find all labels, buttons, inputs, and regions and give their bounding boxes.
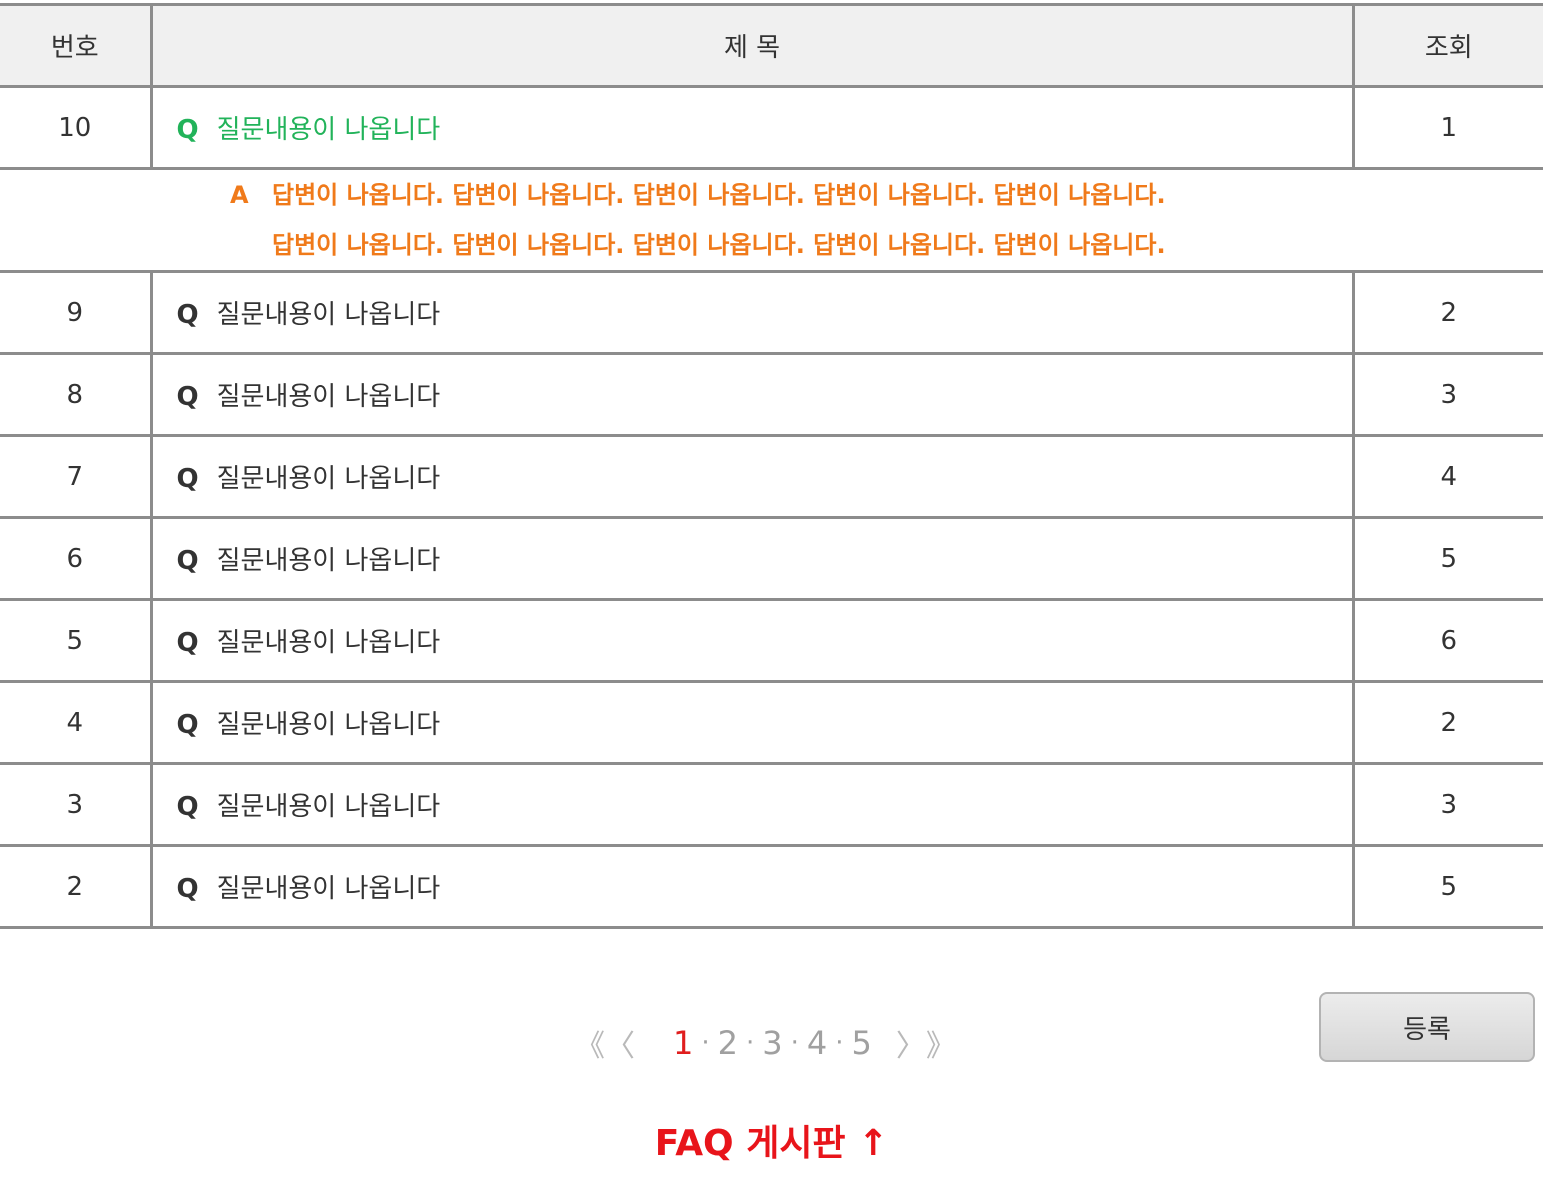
answer-cell: A 답변이 나옵니다. 답변이 나옵니다. 답변이 나옵니다. 답변이 나옵니다…	[0, 168, 1543, 273]
row-views: 5	[1351, 845, 1543, 929]
answer-line-1: 답변이 나옵니다. 답변이 나옵니다. 답변이 나옵니다. 답변이 나옵니다. …	[272, 181, 1166, 209]
faq-table: 번호 제 목 조회 10 Q 질문내용이 나옵니다 1 A 답변이 나옵니다. 답…	[0, 3, 1543, 929]
prev-page-icon[interactable]: 〈	[605, 1021, 635, 1065]
page-separator: ·	[701, 1028, 710, 1058]
row-views: 1	[1351, 86, 1543, 170]
row-number: 6	[0, 517, 151, 601]
page-separator: ·	[745, 1028, 755, 1058]
table-row[interactable]: 6 Q 질문내용이 나옵니다 5	[0, 517, 1543, 601]
question-mark: Q	[176, 710, 199, 740]
row-number: 5	[0, 599, 151, 683]
answer-mark: A	[230, 181, 249, 209]
table-header-row: 번호 제 목 조회	[0, 3, 1543, 88]
row-number: 2	[0, 845, 151, 929]
question-title-link[interactable]: Q 질문내용이 나옵니다	[149, 517, 1353, 601]
faq-board: 번호 제 목 조회 10 Q 질문내용이 나옵니다 1 A 답변이 나옵니다. 답…	[0, 3, 1543, 929]
question-title-link[interactable]: Q 질문내용이 나옵니다	[149, 763, 1353, 847]
row-views: 2	[1351, 681, 1543, 765]
row-views: 2	[1351, 271, 1543, 355]
page-caption: FAQ 게시판 ↑	[654, 1123, 889, 1164]
question-mark: Q	[176, 300, 199, 330]
question-title-link[interactable]: Q 질문내용이 나옵니다	[149, 681, 1353, 765]
question-mark: Q	[176, 628, 199, 658]
question-title-link[interactable]: Q 질문내용이 나옵니다	[149, 353, 1353, 437]
question-text[interactable]: 질문내용이 나옵니다	[217, 792, 441, 822]
question-mark: Q	[176, 382, 199, 412]
question-mark: Q	[176, 464, 199, 494]
table-row[interactable]: 5 Q 질문내용이 나옵니다 6	[0, 599, 1543, 683]
question-text[interactable]: 질문내용이 나옵니다	[217, 874, 441, 904]
question-title-link[interactable]: Q 질문내용이 나옵니다	[149, 271, 1353, 355]
row-views: 5	[1351, 517, 1543, 601]
table-row-active[interactable]: 10 Q 질문내용이 나옵니다 1	[0, 86, 1543, 170]
table-row[interactable]: 4 Q 질문내용이 나옵니다 2	[0, 681, 1543, 765]
question-title-link[interactable]: Q 질문내용이 나옵니다	[149, 599, 1353, 683]
row-number: 9	[0, 271, 151, 355]
question-text[interactable]: 질문내용이 나옵니다	[217, 628, 441, 658]
question-text[interactable]: 질문내용이 나옵니다	[217, 710, 441, 740]
register-button[interactable]: 등록	[1319, 992, 1535, 1062]
page-link-1[interactable]: 1	[673, 1024, 693, 1062]
first-page-icon[interactable]: 《	[575, 1021, 605, 1065]
answer-line-2: 답변이 나옵니다. 답변이 나옵니다. 답변이 나옵니다. 답변이 나옵니다. …	[272, 231, 1166, 259]
answer-content: A 답변이 나옵니다. 답변이 나옵니다. 답변이 나옵니다. 답변이 나옵니다…	[0, 170, 1543, 270]
question-text[interactable]: 질문내용이 나옵니다	[217, 546, 441, 576]
next-page-icon[interactable]: 〉	[896, 1021, 926, 1065]
question-text[interactable]: 질문내용이 나옵니다	[217, 382, 441, 412]
page-separator: ·	[835, 1028, 844, 1058]
row-number: 4	[0, 681, 151, 765]
question-text[interactable]: 질문내용이 나옵니다	[217, 464, 441, 494]
page-link-3[interactable]: 3	[762, 1024, 782, 1062]
last-page-icon[interactable]: 》	[926, 1021, 956, 1065]
answer-row: A 답변이 나옵니다. 답변이 나옵니다. 답변이 나옵니다. 답변이 나옵니다…	[0, 168, 1543, 273]
question-mark: Q	[176, 874, 199, 904]
page-link-5[interactable]: 5	[852, 1024, 872, 1062]
row-views: 4	[1351, 435, 1543, 519]
row-number: 10	[0, 86, 151, 170]
question-title-link[interactable]: Q 질문내용이 나옵니다	[149, 86, 1353, 170]
question-text[interactable]: 질문내용이 나옵니다	[217, 115, 441, 145]
header-number: 번호	[0, 3, 151, 88]
question-mark: Q	[176, 792, 199, 822]
table-row[interactable]: 7 Q 질문내용이 나옵니다 4	[0, 435, 1543, 519]
table-row[interactable]: 2 Q 질문내용이 나옵니다 5	[0, 845, 1543, 929]
row-number: 7	[0, 435, 151, 519]
page-link-2[interactable]: 2	[718, 1024, 738, 1062]
question-mark: Q	[176, 115, 199, 145]
page-link-4[interactable]: 4	[807, 1024, 827, 1062]
row-views: 3	[1351, 763, 1543, 847]
question-title-link[interactable]: Q 질문내용이 나옵니다	[149, 845, 1353, 929]
row-number: 3	[0, 763, 151, 847]
question-mark: Q	[176, 546, 199, 576]
row-views: 6	[1351, 599, 1543, 683]
page-separator: ·	[790, 1028, 799, 1058]
row-number: 8	[0, 353, 151, 437]
question-text[interactable]: 질문내용이 나옵니다	[217, 300, 441, 330]
pagination: 《 〈 1 · 2 · 3 · 4 · 5 〉 》	[575, 1020, 985, 1066]
header-views: 조회	[1351, 3, 1543, 88]
header-title: 제 목	[149, 3, 1353, 88]
table-row[interactable]: 9 Q 질문내용이 나옵니다 2	[0, 271, 1543, 355]
table-row[interactable]: 3 Q 질문내용이 나옵니다 3	[0, 763, 1543, 847]
question-title-link[interactable]: Q 질문내용이 나옵니다	[149, 435, 1353, 519]
table-row[interactable]: 8 Q 질문내용이 나옵니다 3	[0, 353, 1543, 437]
row-views: 3	[1351, 353, 1543, 437]
